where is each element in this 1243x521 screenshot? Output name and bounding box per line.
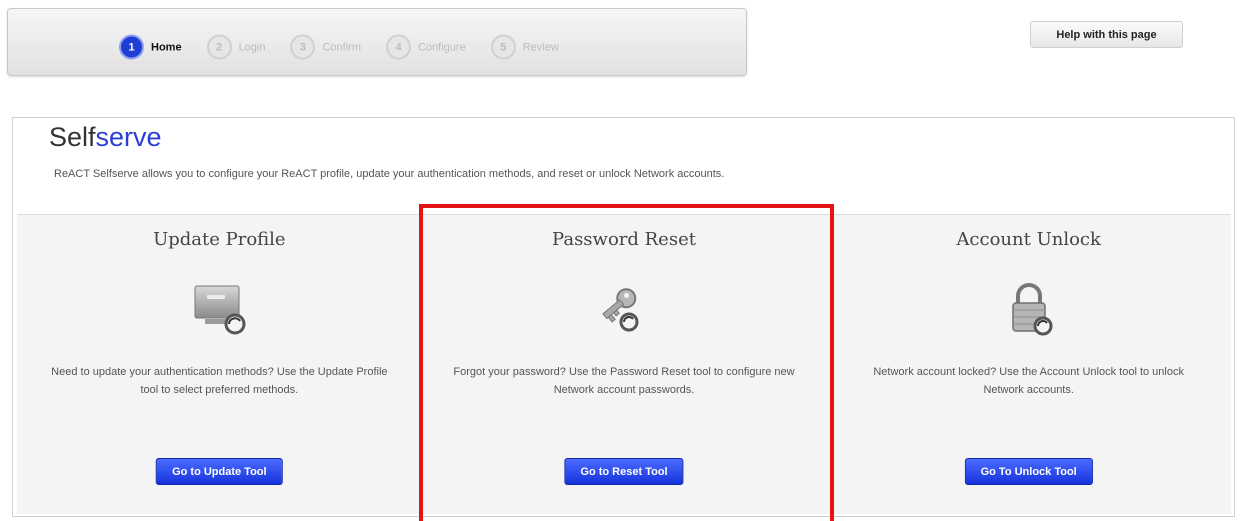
step-number: 1 (119, 34, 144, 60)
card-description: Network account locked? Use the Account … (873, 366, 1184, 396)
step-login[interactable]: 2 Login (206, 34, 266, 60)
selfserve-panel: Selfserve ReACT Selfserve allows you to … (12, 117, 1235, 517)
step-number: 5 (490, 34, 516, 60)
card-title: Account Unlock (956, 229, 1101, 250)
card-password-reset: Password Reset Forgot your password? Use… (422, 215, 827, 514)
title-plain: Self (49, 122, 96, 152)
go-to-reset-tool-button[interactable]: Go to Reset Tool (564, 458, 684, 485)
go-to-unlock-tool-button[interactable]: Go To Unlock Tool (964, 458, 1093, 485)
help-button[interactable]: Help with this page (1030, 21, 1183, 48)
step-number: 3 (290, 34, 316, 60)
card-description: Need to update your authentication metho… (51, 366, 388, 396)
step-label: Configure (418, 41, 466, 53)
card-account-unlock: Account Unlock Network account locked? U… (826, 215, 1231, 514)
monitor-sync-icon (194, 285, 246, 335)
key-sync-icon (602, 288, 639, 332)
step-label: Review (522, 41, 559, 53)
page-title: Selfserve (49, 122, 162, 153)
card-update-profile: Update Profile Need to update your authe… (17, 215, 422, 514)
step-configure[interactable]: 4 Configure (386, 34, 466, 60)
stepper-steps: 1 Home 2 Login 3 Confirm 4 Configure 5 R… (119, 34, 584, 60)
intro-text: ReACT Selfserve allows you to configure … (54, 168, 725, 180)
step-confirm[interactable]: 3 Confirm (290, 34, 361, 60)
step-label: Login (238, 41, 266, 53)
go-to-update-tool-button[interactable]: Go to Update Tool (156, 458, 283, 485)
progress-stepper: 1 Home 2 Login 3 Confirm 4 Configure 5 R… (7, 8, 747, 76)
step-number: 2 (206, 34, 232, 60)
step-number: 4 (386, 34, 411, 60)
card-description: Forgot your password? Use the Password R… (453, 366, 795, 396)
step-label: Confirm (322, 41, 361, 53)
card-title: Update Profile (153, 229, 286, 250)
step-review[interactable]: 5 Review (490, 34, 559, 60)
padlock-sync-icon (1011, 283, 1053, 336)
step-home[interactable]: 1 Home (119, 34, 182, 60)
title-highlight: serve (95, 122, 162, 152)
card-title: Password Reset (552, 229, 696, 250)
tool-cards: Update Profile Need to update your authe… (17, 214, 1231, 514)
step-label: Home (151, 41, 182, 53)
